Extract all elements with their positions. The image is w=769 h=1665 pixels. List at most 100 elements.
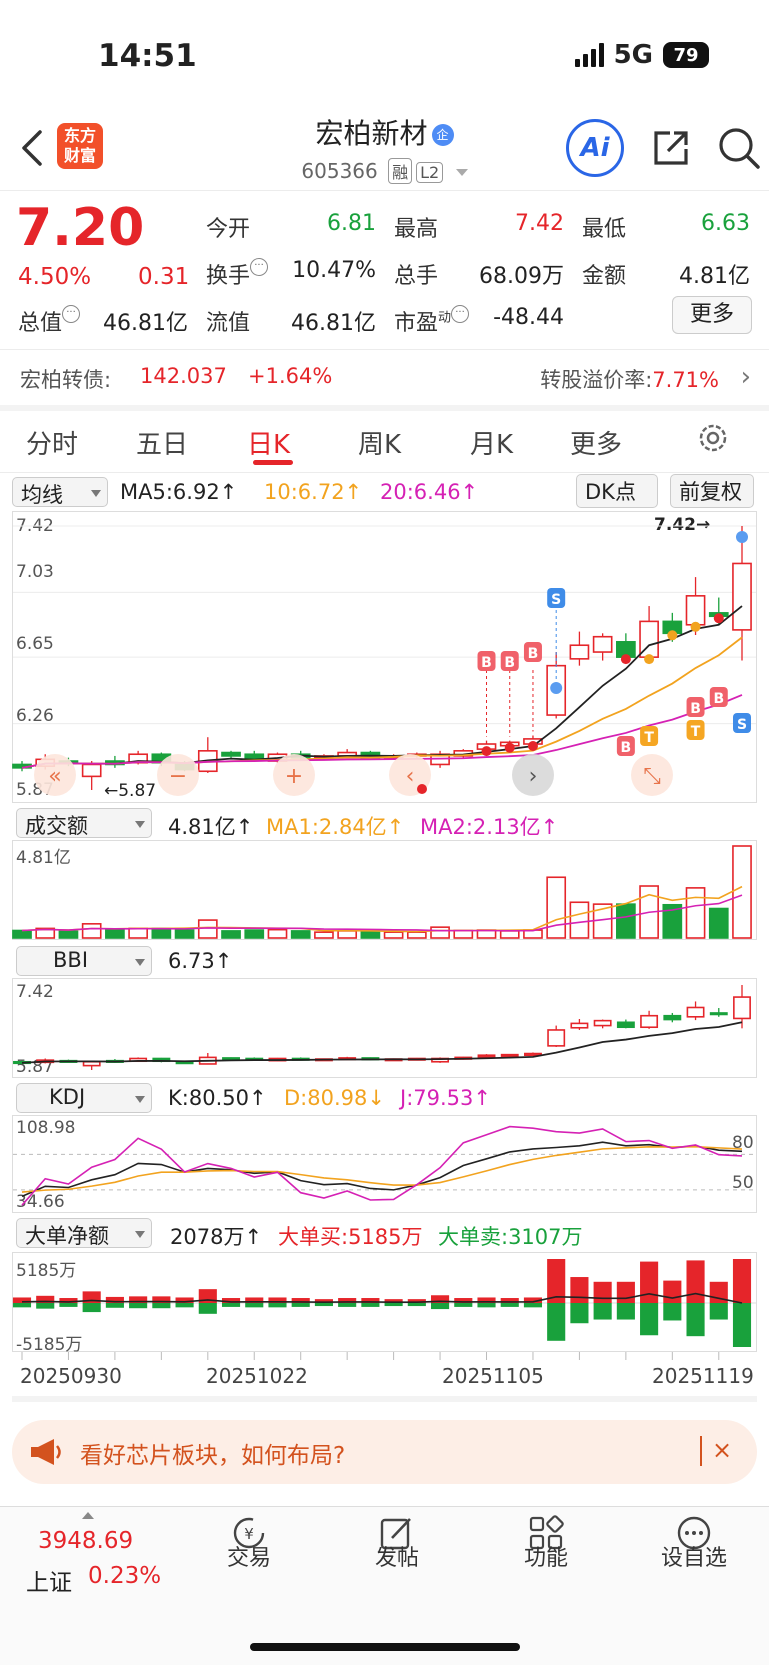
volume-bar	[708, 907, 729, 939]
volume-bar	[546, 876, 567, 939]
flow-sell-bar	[709, 1303, 728, 1320]
flow-sell-bar	[105, 1303, 124, 1308]
chart-cursor-dot	[417, 784, 427, 794]
kdj-line	[21, 1141, 743, 1198]
candle-body	[221, 751, 241, 757]
volume-bar	[290, 930, 311, 939]
flow-sell-bar	[523, 1303, 543, 1308]
flow-sell-bar	[640, 1303, 659, 1336]
flow-sell-bar	[570, 1303, 589, 1324]
nav-functions[interactable]: 功能	[496, 1540, 596, 1572]
flow-sell-bar	[175, 1303, 194, 1308]
flow-buy-bar	[616, 1281, 635, 1303]
flow-sell-bar	[291, 1303, 310, 1307]
flow-buy-bar	[663, 1280, 682, 1303]
flow-buy-bar	[593, 1281, 612, 1303]
candle-body	[685, 595, 706, 626]
volume-bar	[12, 929, 32, 939]
candle-body	[547, 1029, 566, 1047]
volume-bar	[569, 901, 590, 939]
index-value[interactable]: 3948.69	[38, 1528, 133, 1554]
signal-dot	[644, 654, 655, 665]
flow-sell-bar	[152, 1303, 171, 1309]
chart-drawing-layer: B BBSBTBTBS «− + ‹ › ⤡	[12, 525, 756, 1360]
signal-letter: B	[690, 701, 701, 717]
signal-dot	[550, 682, 563, 694]
candle-body	[686, 1006, 705, 1018]
megaphone-icon	[31, 1439, 61, 1465]
signal-dot	[713, 613, 724, 624]
signal-letter: B	[481, 655, 492, 671]
chart-control-glyph: ›	[529, 764, 538, 789]
chart-control-glyph: ⤡	[643, 764, 661, 789]
flow-sell-bar	[686, 1303, 705, 1337]
volume-bar	[58, 930, 79, 939]
chart-control-glyph: «	[48, 764, 61, 789]
flow-buy-bar	[570, 1277, 589, 1303]
candle-body	[570, 1022, 589, 1029]
signal-dot	[504, 742, 515, 753]
signal-letter: B	[713, 691, 724, 707]
close-icon[interactable]: ×	[712, 1436, 732, 1464]
chevron-up-icon[interactable]	[82, 1512, 94, 1519]
flow-sell-bar	[221, 1303, 241, 1307]
flow-sell-bar	[361, 1303, 380, 1307]
flow-sell-bar	[268, 1303, 287, 1308]
max-dot	[736, 531, 748, 543]
flow-buy-bar	[686, 1260, 705, 1303]
nav-post[interactable]: 发帖	[347, 1540, 447, 1572]
signal-letter: B	[621, 740, 632, 756]
flow-sell-bar	[732, 1303, 752, 1347]
volume-bar	[616, 903, 636, 939]
flow-sell-bar	[500, 1303, 519, 1307]
volume-bar	[314, 931, 334, 939]
signal-dot	[667, 630, 678, 641]
index-name: 上证	[26, 1570, 72, 1596]
flow-bars	[12, 1259, 756, 1360]
signal-letter: B	[528, 646, 539, 662]
candle-body	[640, 1014, 659, 1029]
volume-bar	[244, 929, 265, 939]
candle-body	[500, 1053, 519, 1057]
kdj-lines	[13, 1125, 756, 1206]
kline-candles	[12, 526, 752, 790]
candle-body	[709, 1012, 728, 1016]
volume-bar	[105, 929, 125, 939]
candle-body	[732, 562, 752, 631]
volume-bar	[732, 845, 752, 939]
flow-sell-bar	[454, 1303, 473, 1307]
chart-control-glyph: ‹	[406, 764, 415, 789]
signal-dot	[527, 741, 538, 752]
volume-bar	[453, 929, 474, 939]
candle-body	[81, 763, 102, 778]
volume-bars	[12, 845, 752, 939]
flow-sell-bar	[82, 1303, 101, 1313]
volume-bar	[685, 887, 706, 939]
candle-body	[663, 1014, 682, 1021]
chart-control-glyph: −	[169, 764, 187, 789]
promo-text: 看好芯片板块，如何布局?	[80, 1443, 346, 1469]
flow-sell-bar	[129, 1303, 148, 1309]
candle-body	[592, 635, 613, 653]
kline-signal-markers: B BBSBTBTBS	[477, 531, 751, 757]
volume-bar	[81, 923, 102, 939]
volume-bar	[499, 930, 520, 939]
index-change: 0.23%	[88, 1563, 162, 1589]
flow-buy-bar	[640, 1261, 659, 1303]
volume-bar	[151, 927, 172, 939]
volume-bar	[337, 930, 358, 939]
nav-watchlist-settings[interactable]: 设自选	[644, 1540, 744, 1572]
volume-bar	[430, 926, 450, 939]
bbi-line	[21, 1021, 743, 1064]
candle-body	[222, 1057, 240, 1061]
flow-sell-bar	[616, 1303, 635, 1320]
flow-sell-bar	[477, 1303, 496, 1308]
flow-sell-bar	[338, 1303, 357, 1307]
nav-trade[interactable]: 交易	[199, 1540, 299, 1572]
flow-sell-bar	[314, 1303, 333, 1307]
signal-dot	[690, 621, 701, 632]
signal-letter: S	[737, 717, 747, 733]
flow-sell-bar	[59, 1303, 78, 1307]
candle-body	[477, 1054, 496, 1058]
volume-bar	[267, 928, 288, 939]
